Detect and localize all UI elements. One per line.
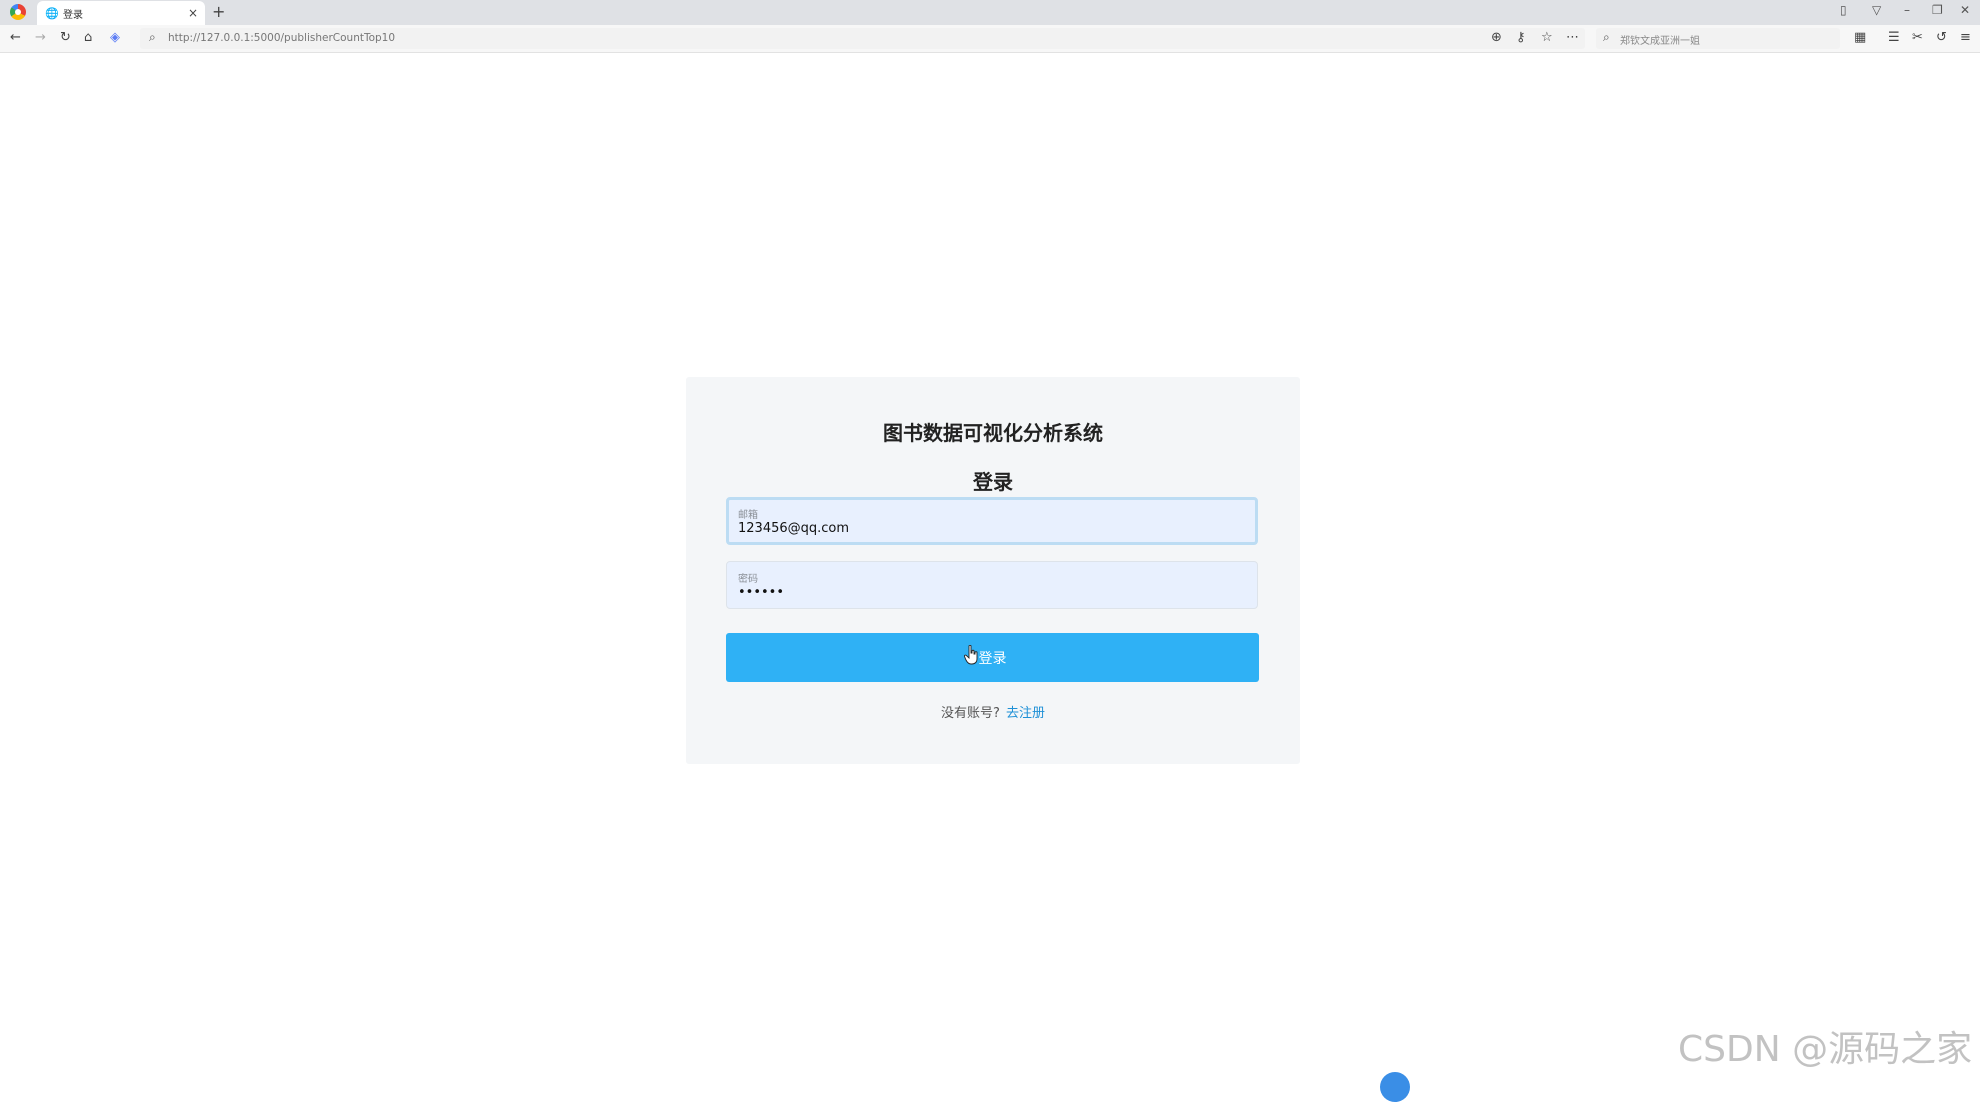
more-icon[interactable]: ⋯ [1566,30,1579,46]
forward-icon[interactable]: → [35,30,46,46]
apps-icon[interactable]: ▦ [1854,30,1866,46]
scissors-icon[interactable]: ✂ [1912,30,1923,46]
refresh-icon[interactable]: ↻ [60,30,71,46]
close-window-icon[interactable]: ✕ [1960,3,1970,17]
email-label: 邮箱 [738,510,758,521]
back-icon[interactable]: ← [10,30,21,46]
undo-icon[interactable]: ↺ [1936,30,1947,46]
browser-logo-icon[interactable] [10,4,26,20]
register-prompt: 没有账号? 去注册 [686,702,1300,721]
browser-tab-bar: 🌐 登录 × + ▯ ▽ – ❐ ✕ [0,0,1980,25]
new-tab-button[interactable]: + [212,2,225,21]
watermark: CSDN @源码之家 [1678,1029,1973,1070]
system-title: 图书数据可视化分析系统 [883,421,1103,445]
login-button[interactable]: 登录 [726,633,1259,682]
tab-title: 登录 [63,9,83,21]
search-box[interactable]: ⌕ 郑钦文成亚洲一姐 [1596,28,1840,49]
tab-close-icon[interactable]: × [185,6,201,20]
restore-icon[interactable]: ❐ [1932,3,1943,17]
browser-tab[interactable]: 🌐 登录 × [37,1,205,25]
password-input[interactable]: •••••• [738,585,1238,600]
login-card: 图书数据可视化分析系统 登录 邮箱 密码 •••••• 登录 没有账号? 去注册 [686,377,1300,764]
zoom-icon[interactable]: ⊕ [1491,30,1502,46]
password-label: 密码 [738,574,758,585]
menu-icon[interactable]: ≡ [1960,30,1971,46]
register-link[interactable]: 去注册 [1006,706,1045,721]
cursor-icon [964,645,978,665]
home-icon[interactable]: ⌂ [84,30,92,46]
minimize-icon[interactable]: – [1904,3,1910,17]
search-icon: ⌕ [1603,30,1610,44]
skin-icon[interactable]: ▽ [1872,3,1881,17]
globe-icon: 🌐 [45,6,59,20]
password-field[interactable]: 密码 •••••• [726,561,1258,609]
browser-toolbar: ← → ↻ ⌂ ◈ ⌕ http://127.0.0.1:5000/publis… [0,25,1980,53]
key-icon[interactable]: ⚷ [1516,30,1526,46]
no-account-text: 没有账号? [941,706,1000,721]
email-input[interactable] [738,521,1238,536]
floating-widget[interactable] [1380,1072,1410,1102]
search-icon: ⌕ [149,30,156,44]
url-text[interactable]: http://127.0.0.1:5000/publisherCountTop1… [168,32,395,44]
extension-icon[interactable]: ◈ [110,30,120,46]
login-button-label: 登录 [978,650,1007,667]
star-icon[interactable]: ☆ [1541,30,1553,46]
email-field[interactable]: 邮箱 [726,497,1258,545]
login-heading: 登录 [973,470,1013,494]
search-placeholder: 郑钦文成亚洲一姐 [1620,36,1700,47]
address-bar[interactable]: ⌕ http://127.0.0.1:5000/publisherCountTo… [140,28,1585,49]
favorites-icon[interactable]: ☰ [1888,30,1900,46]
tab-list-icon[interactable]: ▯ [1840,3,1847,17]
